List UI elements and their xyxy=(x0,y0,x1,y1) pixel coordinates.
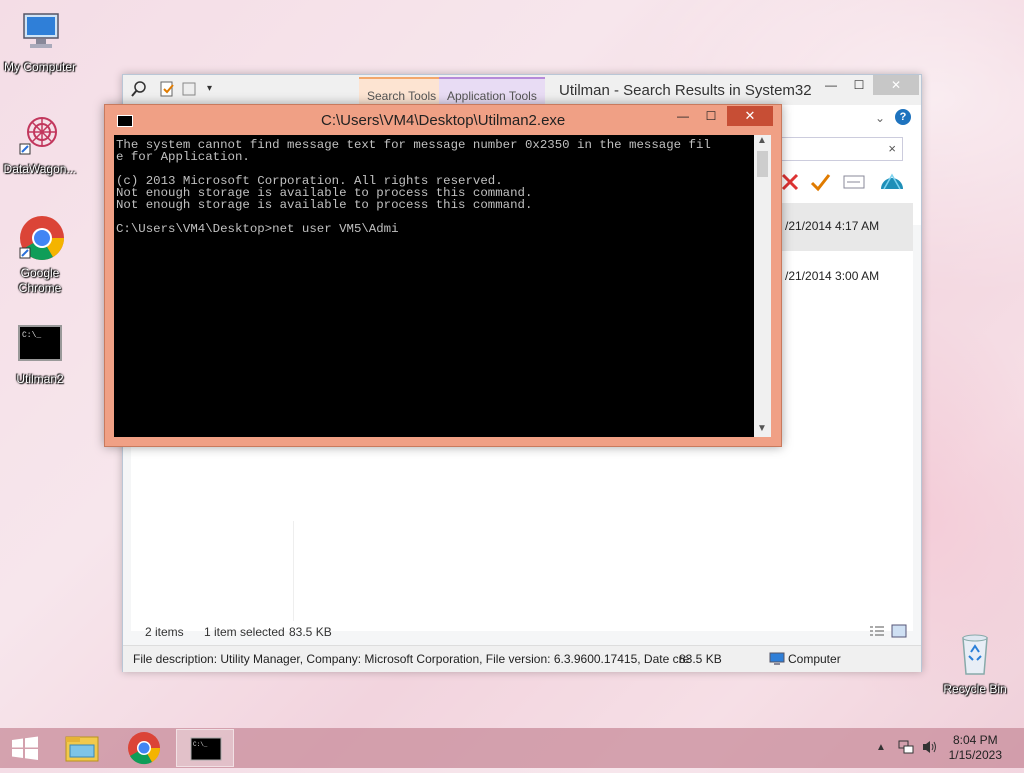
scroll-up-arrow-icon[interactable]: ▲ xyxy=(757,135,767,146)
maximize-button[interactable]: ☐ xyxy=(845,75,873,95)
svg-text:C:\_: C:\_ xyxy=(22,331,41,340)
taskbar-file-explorer[interactable] xyxy=(54,729,110,767)
command-prompt-icon[interactable] xyxy=(117,115,133,127)
scrollbar-thumb[interactable] xyxy=(757,151,768,177)
cmd-scrollbar[interactable]: ▲ ▼ xyxy=(754,135,771,437)
desktop-icon-label: Google Chrome xyxy=(18,266,62,295)
search-icon[interactable] xyxy=(131,81,147,102)
properties-icon[interactable] xyxy=(159,81,175,102)
cmd-titlebar[interactable]: C:\Users\VM4\Desktop\Utilman2.exe — ☐ ✕ xyxy=(105,105,781,133)
desktop-icon-google-chrome[interactable]: Google Chrome xyxy=(0,214,80,296)
console-output[interactable]: The system cannot find message text for … xyxy=(114,135,754,437)
show-hidden-icons-button[interactable]: ▲ xyxy=(876,742,886,753)
clock-time: 8:04 PM xyxy=(952,733,998,747)
tab-search-tools[interactable]: Search Tools xyxy=(359,77,445,107)
desktop-icon-label: My Computer xyxy=(3,60,77,74)
cmd-window-title: C:\Users\VM4\Desktop\Utilman2.exe xyxy=(321,112,566,129)
table-row[interactable]: /21/2014 3:00 AM xyxy=(779,253,913,301)
computer-location-icon xyxy=(769,652,785,669)
system-clock[interactable]: 8:04 PM 1/15/2023 xyxy=(949,733,1002,763)
large-icons-view-icon[interactable] xyxy=(891,624,907,641)
item-count: 2 items xyxy=(145,625,184,639)
help-icon[interactable]: ? xyxy=(895,109,911,125)
command-prompt-icon: C:\_ xyxy=(190,737,222,761)
rename-icon[interactable] xyxy=(843,173,865,196)
details-view-icon[interactable] xyxy=(869,625,885,640)
search-clear-button[interactable]: × xyxy=(888,141,896,156)
location-label: Computer xyxy=(788,652,841,666)
folder-icon xyxy=(65,736,99,762)
checkmark-icon[interactable] xyxy=(809,171,831,198)
explorer-window-title: Utilman - Search Results in System32 xyxy=(559,82,812,99)
delete-icon[interactable] xyxy=(779,171,801,198)
taskbar-command-prompt[interactable]: C:\_ xyxy=(176,729,234,767)
tab-application-tools[interactable]: Application Tools xyxy=(439,77,545,107)
desktop-icon-datawagon[interactable]: DataWagon... xyxy=(0,110,80,177)
volume-icon[interactable] xyxy=(921,739,939,760)
table-row-selected[interactable]: /21/2014 4:17 AM xyxy=(779,203,913,251)
desktop-icon-recycle-bin[interactable]: Recycle Bin xyxy=(935,630,1015,697)
datawagon-icon xyxy=(16,110,64,158)
command-prompt-window[interactable]: C:\Users\VM4\Desktop\Utilman2.exe — ☐ ✕ … xyxy=(104,104,782,447)
start-button[interactable] xyxy=(0,729,56,767)
search-input[interactable]: × xyxy=(779,137,903,161)
svg-text:C:\_: C:\_ xyxy=(193,741,208,748)
cmd-maximize-button[interactable]: ☐ xyxy=(697,106,725,126)
quick-access-dropdown-icon[interactable]: ▾ xyxy=(207,83,212,94)
date-modified-cell: /21/2014 3:00 AM xyxy=(785,269,880,283)
console-line: Not enough storage is available to proce… xyxy=(116,198,533,212)
windows-logo-icon xyxy=(12,736,38,760)
scroll-down-arrow-icon[interactable]: ▼ xyxy=(757,423,767,434)
desktop-icon-utilman2[interactable]: C:\_ Utilman2 xyxy=(0,320,80,387)
ribbon-expand-chevron-icon[interactable]: ⌄ xyxy=(875,111,885,125)
file-size: 83.5 KB xyxy=(679,652,722,666)
recycle-bin-icon xyxy=(951,630,999,678)
cmd-minimize-button[interactable]: — xyxy=(669,106,697,126)
clock-date: 1/15/2023 xyxy=(948,748,1002,762)
status-bar: 2 items 1 item selected 83.5 KB xyxy=(131,623,913,641)
command-prompt-icon: C:\_ xyxy=(16,320,64,368)
details-pane: File description: Utility Manager, Compa… xyxy=(123,645,921,672)
minimize-button[interactable]: — xyxy=(817,75,845,95)
chrome-icon xyxy=(128,732,161,765)
date-modified-cell: /21/2014 4:17 AM xyxy=(785,219,880,233)
computer-icon xyxy=(16,8,64,56)
chrome-icon xyxy=(16,214,64,262)
column-divider xyxy=(293,521,294,621)
explorer-titlebar[interactable]: ▾ Search Tools Application Tools Utilman… xyxy=(123,75,921,107)
file-description: File description: Utility Manager, Compa… xyxy=(133,652,690,666)
taskbar-google-chrome[interactable] xyxy=(116,729,172,767)
desktop-icon-label: Utilman2 xyxy=(16,372,64,386)
desktop-icon-label: Recycle Bin xyxy=(943,682,1007,696)
taskbar: C:\_ ▲ 8:04 PM 1/15/2023 xyxy=(0,728,1024,768)
new-folder-icon[interactable] xyxy=(181,81,197,102)
selected-size: 83.5 KB xyxy=(289,625,332,639)
desktop-icon-label: DataWagon... xyxy=(3,162,77,176)
desktop-icon-my-computer[interactable]: My Computer xyxy=(0,8,80,75)
console-line: e for Application. xyxy=(116,150,250,164)
network-icon[interactable] xyxy=(897,739,915,760)
selected-count: 1 item selected xyxy=(204,625,285,639)
cmd-close-button[interactable]: ✕ xyxy=(727,106,773,126)
console-prompt-line: C:\Users\VM4\Desktop>net user VM5\Admi xyxy=(116,222,399,236)
close-button[interactable]: ✕ xyxy=(873,75,919,95)
properties-shell-icon[interactable] xyxy=(879,169,905,200)
